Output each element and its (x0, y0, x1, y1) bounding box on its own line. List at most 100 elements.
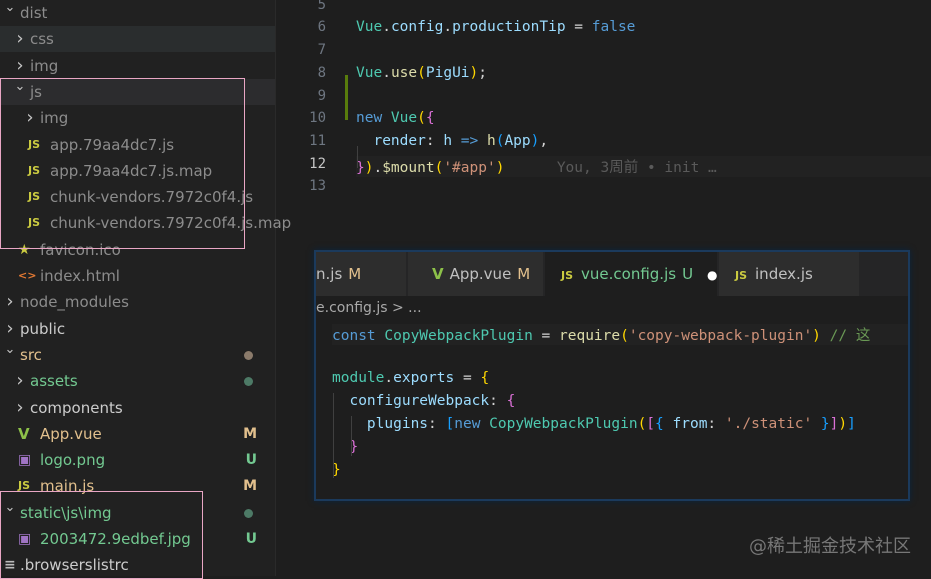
line-number: 10 (309, 110, 326, 127)
tree-item[interactable]: ⌄ js (0, 78, 275, 105)
code-token: CopyWebpackPlugin (384, 328, 533, 344)
git-status-badge: M (243, 478, 257, 495)
chevron-down-icon[interactable]: ⌄ (14, 74, 26, 100)
image-file-icon: ▣ (18, 531, 32, 547)
tab-n-js[interactable]: n.js M (316, 252, 406, 296)
code-line[interactable]: Vue.use(PigUi); (356, 65, 487, 81)
tree-item[interactable]: ⌄ dist (0, 0, 275, 26)
git-status-badge: M (517, 265, 531, 283)
js-file-icon: JS (561, 269, 574, 282)
tree-item[interactable]: JS chunk-vendors.7972c0f4.js (0, 184, 275, 210)
tree-item-label: chunk-vendors.7972c0f4.js.map (50, 214, 292, 233)
code-token: Vue (356, 64, 383, 81)
tree-item[interactable]: › components (0, 395, 275, 421)
tree-item-label: logo.png (40, 451, 106, 470)
tab-index-js[interactable]: JS index.js (719, 252, 859, 296)
code-line[interactable]: plugins: [new CopyWebpackPlugin([{ from:… (332, 416, 856, 432)
code-line[interactable]: new Vue({ (356, 110, 435, 126)
watermark: @稀土掘金技术社区 (749, 536, 911, 557)
text-file-icon: ≡ (4, 557, 16, 574)
tree-item-label: app.79aa4dc7.js.map (50, 161, 213, 180)
tree-item[interactable]: ▣ logo.png U (0, 447, 275, 473)
line-number: 9 (317, 87, 326, 104)
tree-item[interactable]: JS main.js M (0, 473, 275, 499)
tree-item[interactable]: V App.vue M (0, 421, 275, 447)
code-token: } (812, 416, 830, 432)
line-number: 5 (317, 0, 326, 13)
unsaved-dot-icon[interactable]: ● (707, 268, 717, 282)
code-token: : (425, 132, 444, 149)
tab-vue-config-js[interactable]: JS vue.config.js U ● (545, 252, 718, 296)
tree-item-label: index.html (40, 267, 120, 285)
tree-item[interactable]: › img (0, 53, 275, 79)
breadcrumb[interactable]: e.config.js > ... (316, 300, 422, 316)
js-file-icon: JS (28, 137, 41, 151)
tab-label: App.vue (449, 265, 512, 283)
tree-item-label: app.79aa4dc7.js (50, 135, 175, 154)
code-token: ( (620, 328, 629, 344)
tree-item[interactable]: › img (0, 105, 275, 131)
code-token: config (390, 19, 444, 36)
chevron-down-icon[interactable]: ⌄ (4, 495, 16, 521)
image-file-icon: ▣ (18, 452, 32, 469)
code-line[interactable]: } (332, 439, 358, 455)
tree-item[interactable]: ▣ 2003472.9edbef.jpg U (0, 526, 275, 552)
chevron-right-icon[interactable]: › (14, 368, 26, 394)
code-line[interactable]: render: h => h(App), (356, 133, 548, 149)
chevron-down-icon[interactable]: ⌄ (4, 0, 16, 21)
tree-item-label: img (40, 109, 69, 128)
code-token: { (655, 416, 673, 432)
tab-App-vue[interactable]: V App.vue M (408, 252, 543, 296)
code-token: new (356, 110, 391, 127)
code-token: : (707, 416, 725, 432)
line-number: 11 (309, 132, 326, 149)
tree-item-label: js (30, 82, 42, 101)
tree-item[interactable]: ★ favicon.ico (0, 237, 275, 263)
code-token: exports (393, 370, 455, 386)
js-file-icon: JS (28, 190, 41, 204)
code-token: ) (838, 416, 848, 432)
tree-item[interactable]: › css (0, 26, 275, 53)
chevron-down-icon[interactable]: ⌄ (4, 337, 16, 363)
chevron-right-icon[interactable]: › (14, 26, 26, 52)
tree-item[interactable]: <> index.html (0, 263, 275, 289)
code-token: { (425, 110, 435, 127)
code-line[interactable]: const CopyWebpackPlugin = require('copy-… (332, 324, 908, 345)
chevron-right-icon[interactable]: › (4, 289, 16, 315)
tree-item[interactable]: JS app.79aa4dc7.js.map (0, 158, 275, 184)
tree-item[interactable]: JS chunk-vendors.7972c0f4.js.map (0, 210, 291, 236)
tree-item[interactable]: › public (0, 316, 275, 342)
chevron-right-icon[interactable]: › (14, 395, 26, 421)
code-line[interactable]: module.exports = { (332, 370, 489, 386)
indent-guide (351, 416, 352, 456)
code-token: configureWebpack (332, 393, 490, 409)
code-token: You, 3周前 • init … (504, 159, 717, 176)
tree-item[interactable]: ⌄ static\js\img (0, 500, 275, 526)
tree-item-label: App.vue (40, 424, 102, 443)
git-status-dot (244, 377, 253, 387)
js-file-icon: JS (735, 269, 748, 282)
tree-item-label: components (30, 398, 123, 417)
tree-item-label: css (30, 30, 54, 49)
code-line[interactable]: }).$mount('#app') You, 3周前 • init … (356, 155, 931, 177)
code-token: { (506, 393, 516, 409)
line-number: 8 (317, 64, 326, 81)
js-file-icon: JS (18, 479, 31, 493)
tree-item[interactable]: ≡ .browserslistrc (0, 552, 275, 578)
tree-item-label: public (20, 319, 66, 338)
chevron-right-icon[interactable]: › (24, 105, 36, 131)
code-token: Vue (356, 19, 383, 36)
tree-item-label: img (30, 56, 59, 75)
code-line[interactable]: configureWebpack: { (332, 393, 515, 409)
code-token: from (672, 416, 708, 432)
git-status-badge: M (243, 425, 257, 442)
tree-item[interactable]: › node_modules (0, 289, 275, 315)
git-status-badge: U (245, 531, 257, 547)
tree-item-label: favicon.ico (40, 240, 121, 259)
code-token: Vue (390, 110, 418, 127)
code-line[interactable]: Vue.config.productionTip = false (356, 19, 635, 35)
code-token: $mount (382, 159, 435, 176)
tree-item[interactable]: JS app.79aa4dc7.js (0, 132, 275, 158)
tree-item[interactable]: › assets (0, 368, 275, 394)
tree-item[interactable]: ⌄ src (0, 342, 275, 368)
